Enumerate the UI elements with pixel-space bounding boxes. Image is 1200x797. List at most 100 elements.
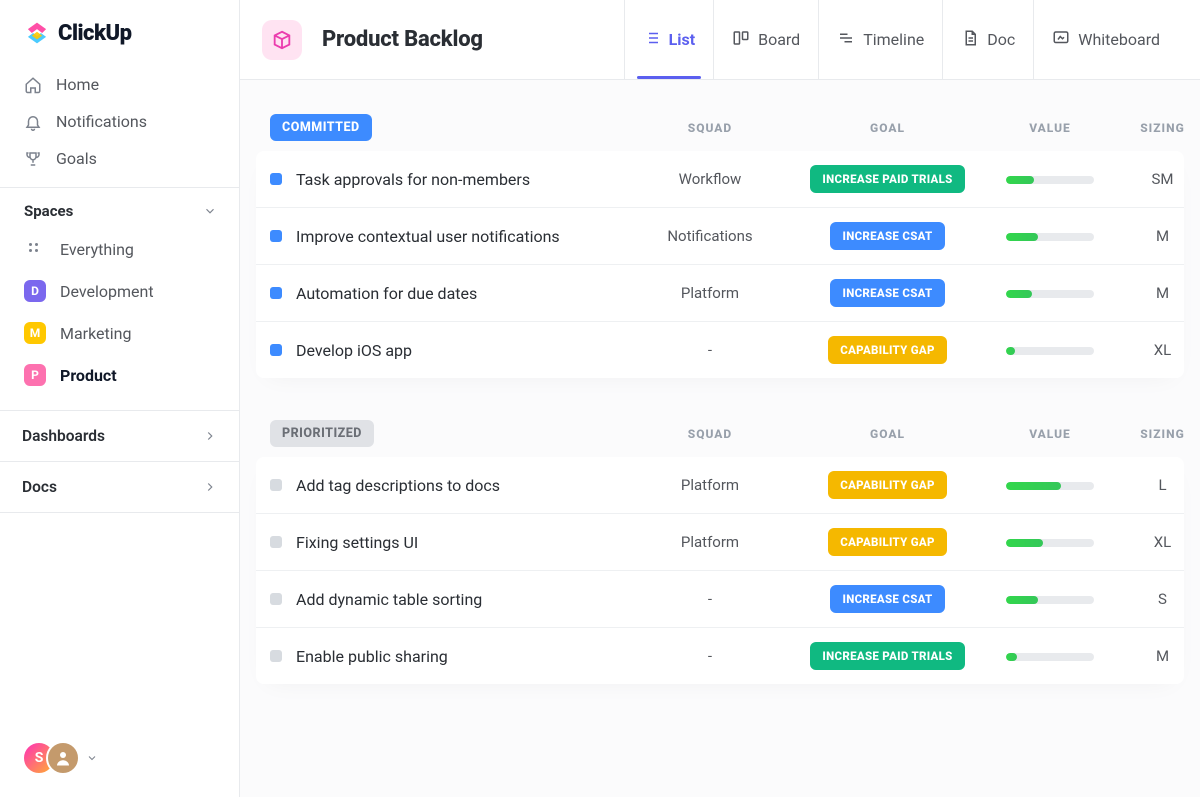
task-goal: INCREASE CSAT [790,222,985,250]
task-status-icon[interactable] [270,593,282,605]
task-goal: INCREASE PAID TRIALS [790,642,985,670]
primary-nav: Home Notifications Goals [0,60,239,188]
task-value [985,341,1115,359]
tab-board[interactable]: Board [713,0,818,79]
task-row[interactable]: Enable public sharing - INCREASE PAID TR… [256,628,1184,684]
status-chip[interactable]: COMMITTED [270,114,372,141]
table-header: COMMITTED SQUAD GOAL VALUE SIZING [256,104,1184,151]
task-row[interactable]: Add tag descriptions to docs Platform CA… [256,457,1184,514]
task-status-icon[interactable] [270,173,282,185]
user-switcher[interactable]: S [22,741,98,775]
space-item-development[interactable]: D Development [12,270,227,312]
task-sizing: XL [1115,341,1184,359]
task-row[interactable]: Develop iOS app - CAPABILITY GAP XL [256,322,1184,378]
tab-label: Board [758,30,800,49]
task-status-icon[interactable] [270,536,282,548]
home-icon [24,76,42,94]
page-title: Product Backlog [322,27,483,52]
task-name: Add tag descriptions to docs [296,476,500,495]
nav-label: Home [56,75,99,94]
sidebar: ClickUp Home Notifications Goals Spaces [0,0,240,797]
task-goal: CAPABILITY GAP [790,336,985,364]
task-status-icon[interactable] [270,344,282,356]
task-name: Add dynamic table sorting [296,590,482,609]
task-value [985,284,1115,302]
task-rows: Add tag descriptions to docs Platform CA… [256,457,1184,684]
task-sizing: L [1115,476,1184,494]
clickup-logo-icon [24,20,50,46]
task-goal: INCREASE CSAT [790,585,985,613]
page-icon [262,20,302,60]
task-row[interactable]: Fixing settings UI Platform CAPABILITY G… [256,514,1184,571]
task-status-icon[interactable] [270,287,282,299]
chevron-down-icon [86,749,98,768]
tab-doc[interactable]: Doc [942,0,1033,79]
column-squad: SQUAD [630,121,790,135]
column-goal: GOAL [790,427,985,441]
task-row[interactable]: Improve contextual user notifications No… [256,208,1184,265]
task-value [985,590,1115,608]
tab-label: Timeline [863,30,924,49]
doc-icon [961,29,979,51]
task-sizing: M [1115,284,1184,302]
spaces-header[interactable]: Spaces [0,188,239,228]
tab-list[interactable]: List [624,0,714,79]
task-goal: CAPABILITY GAP [790,471,985,499]
tab-label: List [669,30,696,49]
nav-notifications[interactable]: Notifications [12,103,227,140]
spaces-title: Spaces [24,202,73,220]
chevron-right-icon [203,480,217,494]
tab-whiteboard[interactable]: Whiteboard [1033,0,1178,79]
task-squad: Platform [630,533,790,551]
task-squad: - [630,590,790,608]
task-value [985,170,1115,188]
trophy-icon [24,150,42,168]
topbar: Product Backlog List Board Timeline Doc … [240,0,1200,80]
space-everything[interactable]: Everything [12,228,227,270]
space-list: Everything D Development M Marketing P P… [0,228,239,411]
nav-home[interactable]: Home [12,66,227,103]
task-name: Task approvals for non-members [296,170,530,189]
nav-label: Notifications [56,112,147,131]
brand-logo[interactable]: ClickUp [0,0,239,60]
content-area: COMMITTED SQUAD GOAL VALUE SIZING Task a… [240,80,1200,756]
task-sizing: S [1115,590,1184,608]
task-sizing: XL [1115,533,1184,551]
task-goal: INCREASE PAID TRIALS [790,165,985,193]
task-status-icon[interactable] [270,230,282,242]
sidebar-dashboards[interactable]: Dashboards [0,411,239,462]
section-label: Dashboards [22,427,105,445]
task-squad: Workflow [630,170,790,188]
task-row[interactable]: Task approvals for non-members Workflow … [256,151,1184,208]
group-prioritized: PRIORITIZED SQUAD GOAL VALUE SIZING Add … [256,410,1184,684]
column-goal: GOAL [790,121,985,135]
main-panel: Product Backlog List Board Timeline Doc … [240,0,1200,797]
task-value [985,227,1115,245]
brand-name: ClickUp [58,21,132,46]
space-label: Everything [60,240,134,259]
task-sizing: M [1115,647,1184,665]
task-row[interactable]: Automation for due dates Platform INCREA… [256,265,1184,322]
space-item-marketing[interactable]: M Marketing [12,312,227,354]
column-value: VALUE [985,427,1115,441]
space-item-product[interactable]: P Product [12,354,227,396]
task-squad: Notifications [630,227,790,245]
task-name: Fixing settings UI [296,533,418,552]
group-committed: COMMITTED SQUAD GOAL VALUE SIZING Task a… [256,104,1184,378]
space-badge: P [24,364,46,386]
tab-label: Whiteboard [1078,30,1160,49]
avatar [46,741,80,775]
column-sizing: SIZING [1115,121,1200,135]
task-status-icon[interactable] [270,479,282,491]
list-icon [643,29,661,51]
nav-goals[interactable]: Goals [12,140,227,177]
task-squad: - [630,341,790,359]
task-name: Improve contextual user notifications [296,227,560,246]
task-status-icon[interactable] [270,650,282,662]
task-row[interactable]: Add dynamic table sorting - INCREASE CSA… [256,571,1184,628]
task-goal: CAPABILITY GAP [790,528,985,556]
sidebar-docs[interactable]: Docs [0,462,239,513]
task-name: Enable public sharing [296,647,448,666]
status-chip[interactable]: PRIORITIZED [270,420,374,447]
tab-timeline[interactable]: Timeline [818,0,942,79]
